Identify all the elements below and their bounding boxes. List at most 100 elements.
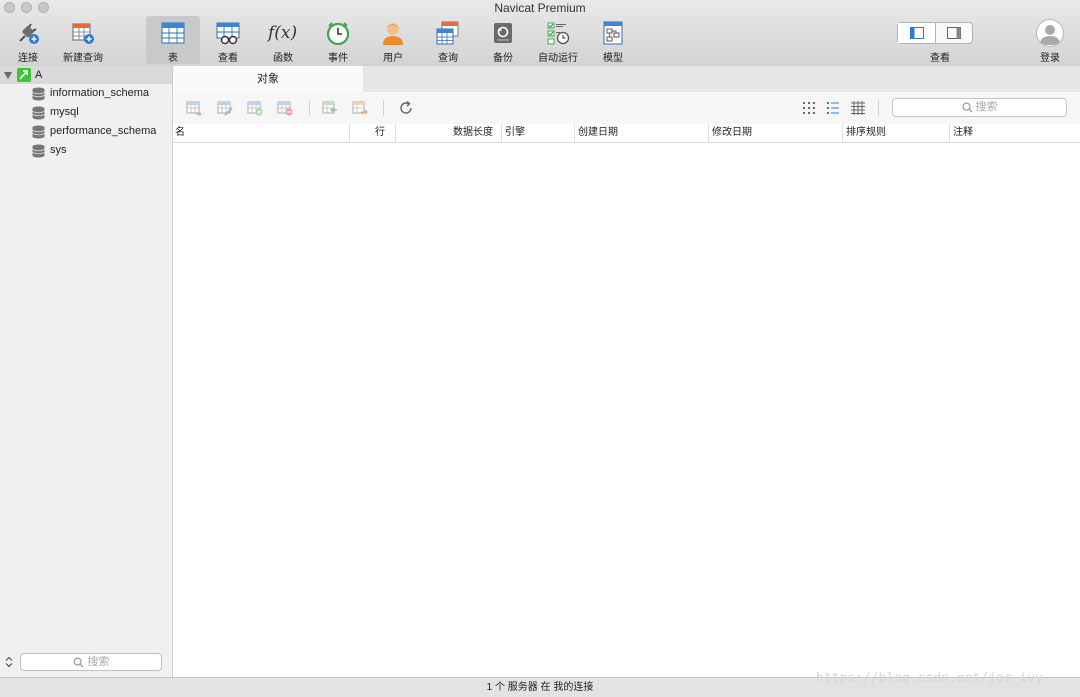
model-button[interactable]: 模型 — [586, 16, 640, 64]
column-divider[interactable] — [708, 124, 709, 142]
connection-label: A — [35, 69, 43, 81]
object-list-header: 名 行 数据长度 引擎 创建日期 修改日期 排序规则 注释 — [173, 124, 1080, 143]
sidebar-search-placeholder: 搜索 — [87, 656, 110, 668]
query-icon — [436, 21, 459, 45]
database-item[interactable]: information_schema — [32, 85, 172, 103]
window-title: Navicat Premium — [494, 1, 586, 15]
view-icon — [216, 22, 240, 45]
database-item[interactable]: performance_schema — [32, 123, 172, 141]
status-text: 1 个 服务器 在 我的连接 — [486, 682, 594, 693]
object-pane: 对象 搜索 名 行 数据长度 引擎 创建日期 修改日期 排序规则 注释 — [173, 66, 1080, 677]
automation-button[interactable]: 自动运行 — [531, 16, 585, 64]
column-name[interactable]: 名 — [175, 126, 185, 140]
database-icon — [32, 144, 45, 158]
delete-table-icon[interactable] — [277, 100, 293, 116]
database-item[interactable]: mysql — [32, 104, 172, 122]
login-button[interactable] — [1036, 19, 1064, 47]
new-table-icon[interactable] — [247, 100, 263, 116]
column-modified-date[interactable]: 修改日期 — [712, 126, 752, 140]
new-query-button[interactable]: 新建查询 — [56, 16, 110, 64]
watermark: https://blog.csdn.net/jor_ivy — [816, 671, 1043, 686]
table-button[interactable]: 表 — [146, 16, 200, 64]
design-table-icon[interactable] — [217, 100, 233, 116]
view-mode-label: 查看 — [930, 53, 950, 64]
new-query-icon — [72, 23, 94, 44]
user-button[interactable]: 用户 — [366, 16, 420, 64]
column-divider[interactable] — [842, 124, 843, 142]
login-label: 登录 — [1040, 53, 1060, 64]
sidebar-search-input[interactable]: 搜索 — [20, 653, 162, 671]
user-label: 用户 — [383, 53, 403, 64]
column-engine[interactable]: 引擎 — [505, 126, 525, 140]
detail-view-icon[interactable] — [850, 100, 866, 116]
tab-strip: 对象 — [173, 66, 1080, 92]
database-icon — [32, 106, 45, 120]
avatar-icon — [1040, 25, 1060, 45]
import-wizard-icon[interactable] — [322, 100, 338, 116]
database-label: mysql — [50, 106, 79, 118]
title-bar: Navicat Premium 连接 新建查询 表 查看 f(x) 函数 事件 … — [0, 0, 1080, 67]
model-label: 模型 — [603, 53, 623, 64]
function-button[interactable]: f(x) 函数 — [256, 16, 310, 64]
right-panel-toggle[interactable] — [936, 23, 973, 43]
new-query-label: 新建查询 — [63, 53, 103, 64]
column-comment[interactable]: 注释 — [953, 126, 973, 140]
column-divider[interactable] — [501, 124, 502, 142]
plug-icon — [19, 23, 39, 44]
view-toggle — [897, 22, 973, 44]
view-label: 查看 — [218, 53, 238, 64]
connection-icon — [17, 68, 31, 82]
connection-sidebar: A information_schema mysql performance_s… — [0, 66, 173, 677]
database-label: information_schema — [50, 87, 150, 99]
column-divider[interactable] — [574, 124, 575, 142]
clock-icon — [326, 22, 350, 45]
sort-arrows-icon[interactable] — [5, 656, 13, 668]
object-toolbar: 搜索 — [173, 92, 1080, 125]
column-divider[interactable] — [949, 124, 950, 142]
tab-objects[interactable]: 对象 — [173, 66, 363, 92]
backup-label: 备份 — [493, 53, 513, 64]
database-label: performance_schema — [50, 125, 157, 137]
function-label: 函数 — [273, 53, 293, 64]
open-table-icon[interactable] — [186, 100, 202, 116]
backup-icon — [494, 23, 512, 43]
left-panel-toggle[interactable] — [898, 23, 935, 43]
search-icon — [73, 657, 84, 668]
event-button[interactable]: 事件 — [311, 16, 365, 64]
query-button[interactable]: 查询 — [421, 16, 475, 64]
view-button[interactable]: 查看 — [201, 16, 255, 64]
function-icon: f(x) — [268, 23, 298, 43]
database-icon — [32, 87, 45, 101]
toolbar-divider — [309, 100, 310, 116]
export-wizard-icon[interactable] — [352, 100, 368, 116]
connect-button[interactable]: 连接 — [1, 16, 55, 64]
backup-button[interactable]: 备份 — [476, 16, 530, 64]
right-sidebar-icon — [947, 27, 961, 39]
database-label: sys — [50, 144, 67, 156]
database-item[interactable]: sys — [32, 142, 172, 160]
toolbar-divider — [383, 100, 384, 116]
automation-label: 自动运行 — [538, 53, 578, 64]
refresh-icon[interactable] — [398, 100, 414, 116]
search-icon — [962, 102, 973, 113]
column-rows[interactable]: 行 — [350, 126, 385, 140]
table-icon — [161, 22, 185, 44]
left-sidebar-icon — [910, 27, 924, 39]
list-view-icon[interactable] — [825, 100, 841, 116]
user-icon — [383, 23, 403, 45]
object-search-input[interactable]: 搜索 — [892, 98, 1067, 117]
event-label: 事件 — [328, 53, 348, 64]
query-label: 查询 — [438, 53, 458, 64]
icon-view-icon[interactable] — [801, 100, 817, 116]
connection-row[interactable]: A — [0, 66, 172, 84]
model-icon — [603, 21, 623, 45]
disclosure-triangle-icon[interactable] — [4, 72, 12, 79]
column-created-date[interactable]: 创建日期 — [578, 126, 618, 140]
automation-icon — [547, 22, 570, 45]
database-icon — [32, 125, 45, 139]
connect-label: 连接 — [18, 53, 38, 64]
column-data-length[interactable]: 数据长度 — [396, 126, 493, 140]
column-collation[interactable]: 排序规则 — [846, 126, 886, 140]
toolbar-divider — [878, 100, 879, 116]
object-search-placeholder: 搜索 — [975, 101, 998, 113]
